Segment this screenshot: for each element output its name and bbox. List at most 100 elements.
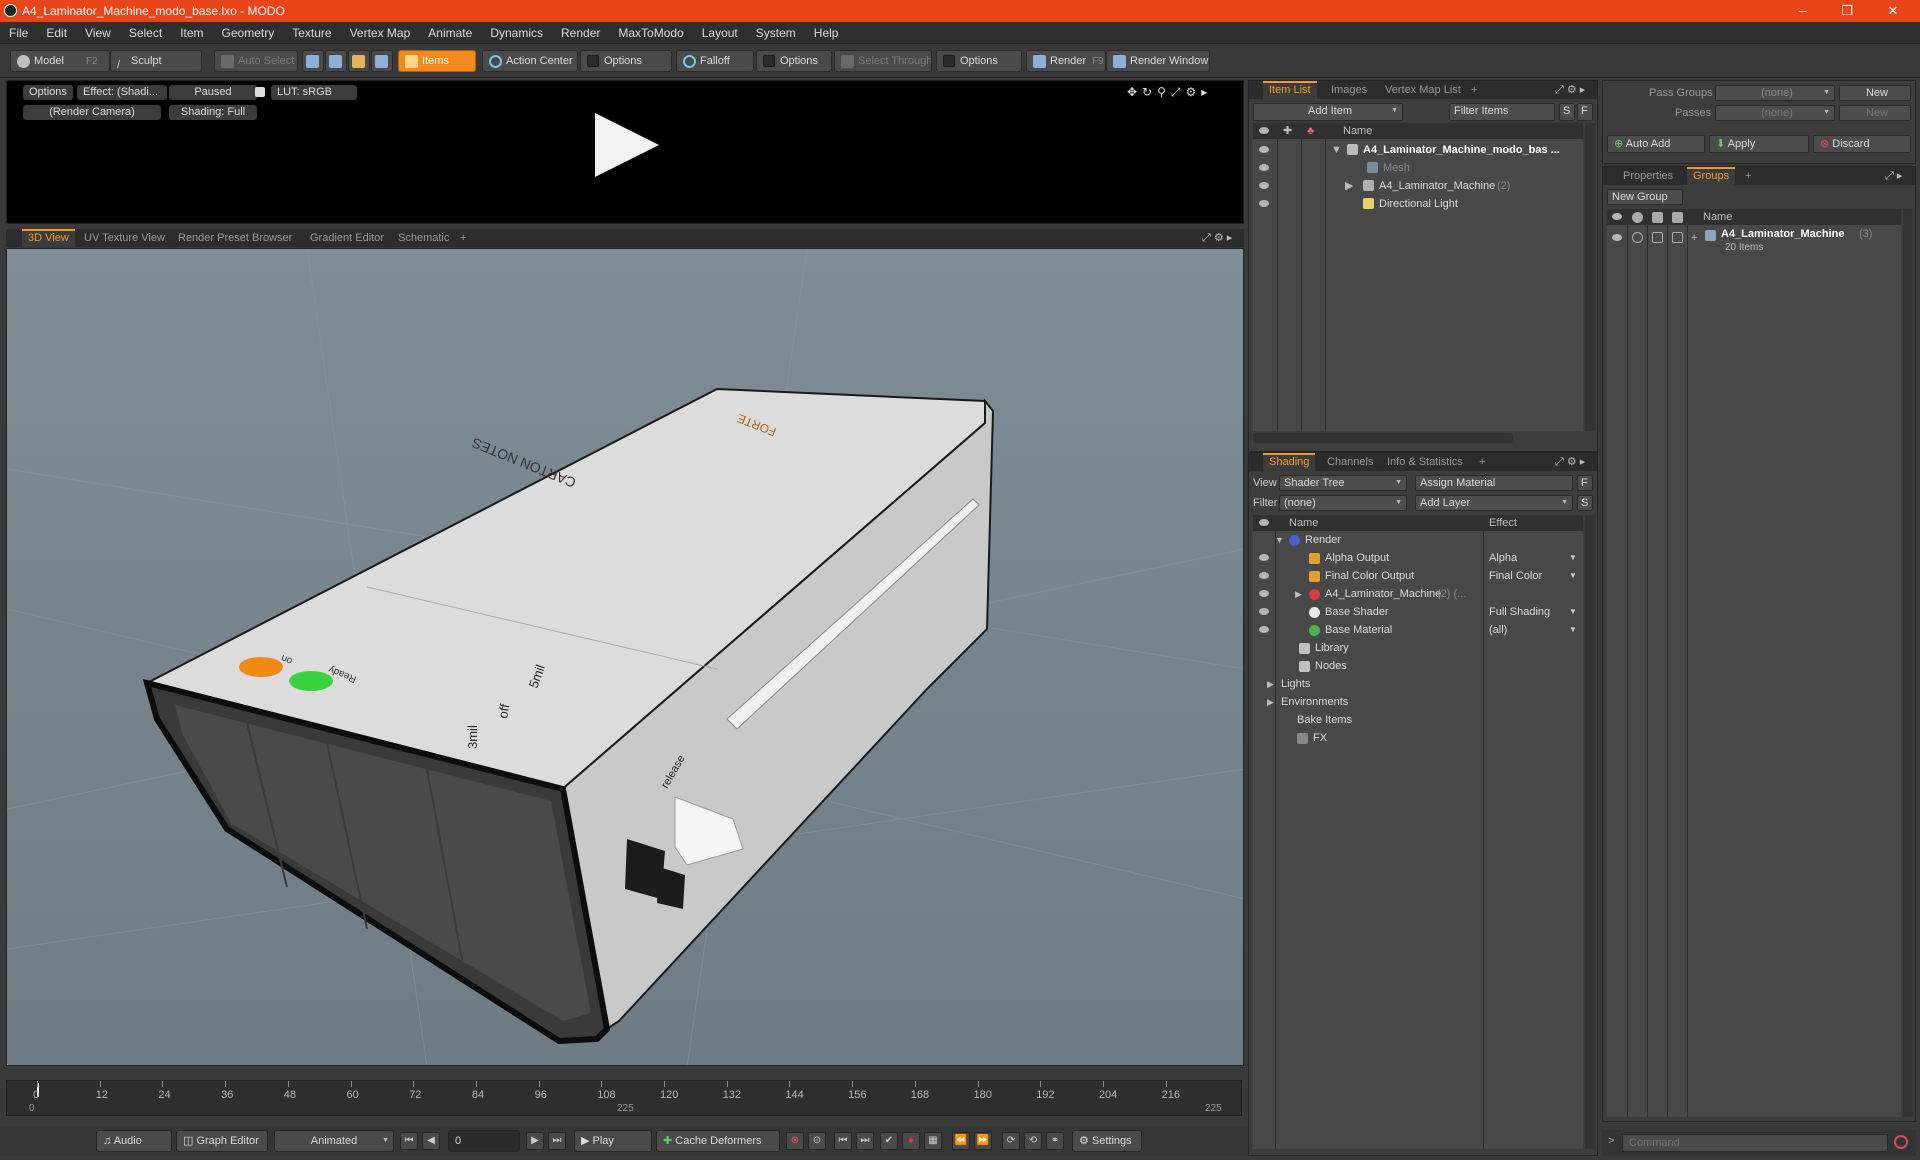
- item-row-mesh[interactable]: Mesh: [1253, 159, 1583, 177]
- minimize-icon[interactable]: –: [1788, 2, 1818, 20]
- step-back-icon[interactable]: ⏪: [952, 1132, 970, 1150]
- menu-system[interactable]: System: [747, 22, 805, 44]
- animated-dropdown[interactable]: Animated: [274, 1130, 394, 1152]
- key-prev-icon[interactable]: ⏮: [834, 1132, 852, 1150]
- group-row[interactable]: + A4_Laminator_Machine (3) 20 Items: [1607, 227, 1901, 257]
- cache-deformers-button[interactable]: ✚ Cache Deformers: [656, 1130, 780, 1152]
- add-item-dropdown[interactable]: Add Item: [1253, 103, 1403, 121]
- tab-add[interactable]: +: [454, 229, 472, 247]
- shader-visibility-icon[interactable]: [1259, 590, 1269, 597]
- shader-row[interactable]: ▼ Render: [1253, 531, 1583, 549]
- shader-row-effect[interactable]: Final Color: [1489, 567, 1542, 585]
- expand-icon[interactable]: ▶: [1345, 177, 1353, 195]
- record-icon[interactable]: ●: [902, 1132, 920, 1150]
- step-forward-icon[interactable]: ⏩: [974, 1132, 992, 1150]
- next-key-icon[interactable]: ▶: [526, 1132, 544, 1150]
- visibility-eye-icon[interactable]: [1259, 146, 1269, 153]
- graph-editor-button[interactable]: ◫ Graph Editor: [176, 1130, 268, 1152]
- group-select-icon[interactable]: [1672, 232, 1683, 243]
- shading-dropdown[interactable]: Shading: Full: [169, 105, 257, 120]
- item-list-scrollbar[interactable]: [1585, 123, 1595, 431]
- collapse-icon[interactable]: ▼: [1331, 141, 1342, 159]
- shader-visibility-icon[interactable]: [1259, 554, 1269, 561]
- effect-dropdown-icon[interactable]: ▼: [1569, 549, 1577, 567]
- preview-effect-dropdown[interactable]: Effect: (Shadi...: [77, 85, 167, 100]
- item-list-options-icons[interactable]: ⤢ ⚙ ▸: [1555, 83, 1585, 97]
- frame-input[interactable]: 0: [448, 1130, 520, 1152]
- menu-texture[interactable]: Texture: [283, 22, 340, 44]
- falloff-button[interactable]: Falloff: [676, 50, 754, 72]
- item-row-directional-light[interactable]: Directional Light: [1253, 195, 1583, 213]
- shader-row[interactable]: Alpha Output Alpha ▼: [1253, 549, 1583, 567]
- shader-row[interactable]: Nodes: [1253, 657, 1583, 675]
- tab-vertex-map-list[interactable]: Vertex Map List: [1379, 81, 1467, 99]
- add-layer-dropdown[interactable]: Add Layer: [1415, 495, 1573, 511]
- view-dropdown[interactable]: Shader Tree: [1279, 475, 1407, 491]
- groups-options-icons[interactable]: ⤢ ▸: [1885, 169, 1902, 183]
- render-button[interactable]: Render F9: [1026, 50, 1106, 72]
- key-set-icon[interactable]: ✔: [880, 1132, 898, 1150]
- discard-button[interactable]: ⊗ Discard: [1813, 135, 1911, 153]
- prev-key-icon[interactable]: ◀: [422, 1132, 440, 1150]
- shader-row[interactable]: Base Shader Full Shading ▼: [1253, 603, 1583, 621]
- model-button[interactable]: Model F2: [10, 50, 110, 72]
- new-group-button[interactable]: New Group: [1607, 189, 1683, 205]
- tab-item-add[interactable]: +: [1465, 81, 1483, 99]
- command-history-icon[interactable]: [1894, 1135, 1908, 1149]
- polygons-mode-button[interactable]: [348, 50, 370, 72]
- item-row-scene[interactable]: ▼ A4_Laminator_Machine_modo_bas ...: [1253, 141, 1583, 159]
- falloff-options-button[interactable]: Options: [756, 50, 832, 72]
- item-list-f-button[interactable]: F: [1577, 103, 1593, 121]
- tab-channels[interactable]: Channels: [1321, 453, 1379, 471]
- group-expand-icon[interactable]: +: [1691, 229, 1697, 247]
- filter-items-input[interactable]: Filter Items: [1449, 103, 1555, 121]
- effect-dropdown-icon[interactable]: ▼: [1569, 603, 1577, 621]
- group-visibility-icon[interactable]: [1612, 234, 1622, 241]
- shader-row-effect[interactable]: Full Shading: [1489, 603, 1550, 621]
- record-key-icon[interactable]: ⊗: [786, 1132, 804, 1150]
- shader-row[interactable]: ▶ A4_Laminator_Machine (2) (...: [1253, 585, 1583, 603]
- shader-row[interactable]: ▶ Environments: [1253, 693, 1583, 711]
- lut-dropdown[interactable]: LUT: sRGB: [271, 85, 357, 100]
- visibility-eye-icon[interactable]: [1259, 200, 1269, 207]
- menu-animate[interactable]: Animate: [419, 22, 481, 44]
- select-through-options-button[interactable]: Options: [936, 50, 1022, 72]
- tab-item-list[interactable]: Item List: [1263, 81, 1317, 99]
- command-input[interactable]: [1622, 1134, 1888, 1152]
- close-icon[interactable]: ✕: [1878, 2, 1908, 20]
- effect-dropdown-icon[interactable]: ▼: [1569, 567, 1577, 585]
- first-frame-icon[interactable]: ⏮: [400, 1132, 418, 1150]
- shading-f-button[interactable]: F: [1577, 475, 1593, 491]
- tab-schematic[interactable]: Schematic: [392, 229, 455, 247]
- new-pass-group-button[interactable]: New: [1839, 85, 1911, 101]
- tab-info-statistics[interactable]: Info & Statistics: [1381, 453, 1469, 471]
- settings-button[interactable]: ⚙ Settings: [1072, 1130, 1142, 1152]
- shading-scrollbar[interactable]: [1585, 515, 1595, 1149]
- shader-visibility-icon[interactable]: [1259, 572, 1269, 579]
- shader-row[interactable]: ▶ Lights: [1253, 675, 1583, 693]
- tab-groups-add[interactable]: +: [1739, 167, 1757, 185]
- apply-button[interactable]: ⬇ Apply: [1709, 135, 1809, 153]
- preview-options-button[interactable]: Options: [23, 85, 73, 100]
- passes-dropdown[interactable]: (none): [1715, 105, 1835, 121]
- menu-render[interactable]: Render: [552, 22, 609, 44]
- action-center-button[interactable]: Action Center: [482, 50, 578, 72]
- new-pass-button[interactable]: New: [1839, 105, 1911, 121]
- tab-groups[interactable]: Groups: [1687, 167, 1736, 185]
- tab-shading-add[interactable]: +: [1473, 453, 1491, 471]
- sculpt-button[interactable]: / Sculpt: [110, 50, 202, 72]
- loop-icon[interactable]: ⟳: [1002, 1132, 1020, 1150]
- audio-button[interactable]: ♫ Audio: [96, 1130, 172, 1152]
- render-preview[interactable]: Options Effect: (Shadi... Paused LUT: sR…: [6, 80, 1244, 224]
- group-render-icon[interactable]: [1632, 232, 1643, 243]
- play-button[interactable]: ▶ Play: [574, 1130, 652, 1152]
- menu-view[interactable]: View: [76, 22, 120, 44]
- groups-scrollbar[interactable]: [1903, 209, 1913, 1117]
- item-row-machine[interactable]: ▶ A4_Laminator_Machine (2): [1253, 177, 1583, 195]
- tab-shading[interactable]: Shading: [1263, 453, 1316, 471]
- shader-visibility-icon[interactable]: [1259, 626, 1269, 633]
- tab-properties[interactable]: Properties: [1617, 167, 1679, 185]
- group-lock-icon[interactable]: [1652, 232, 1663, 243]
- edges-mode-button[interactable]: [325, 50, 347, 72]
- tab-uv-texture-view[interactable]: UV Texture View: [78, 229, 171, 247]
